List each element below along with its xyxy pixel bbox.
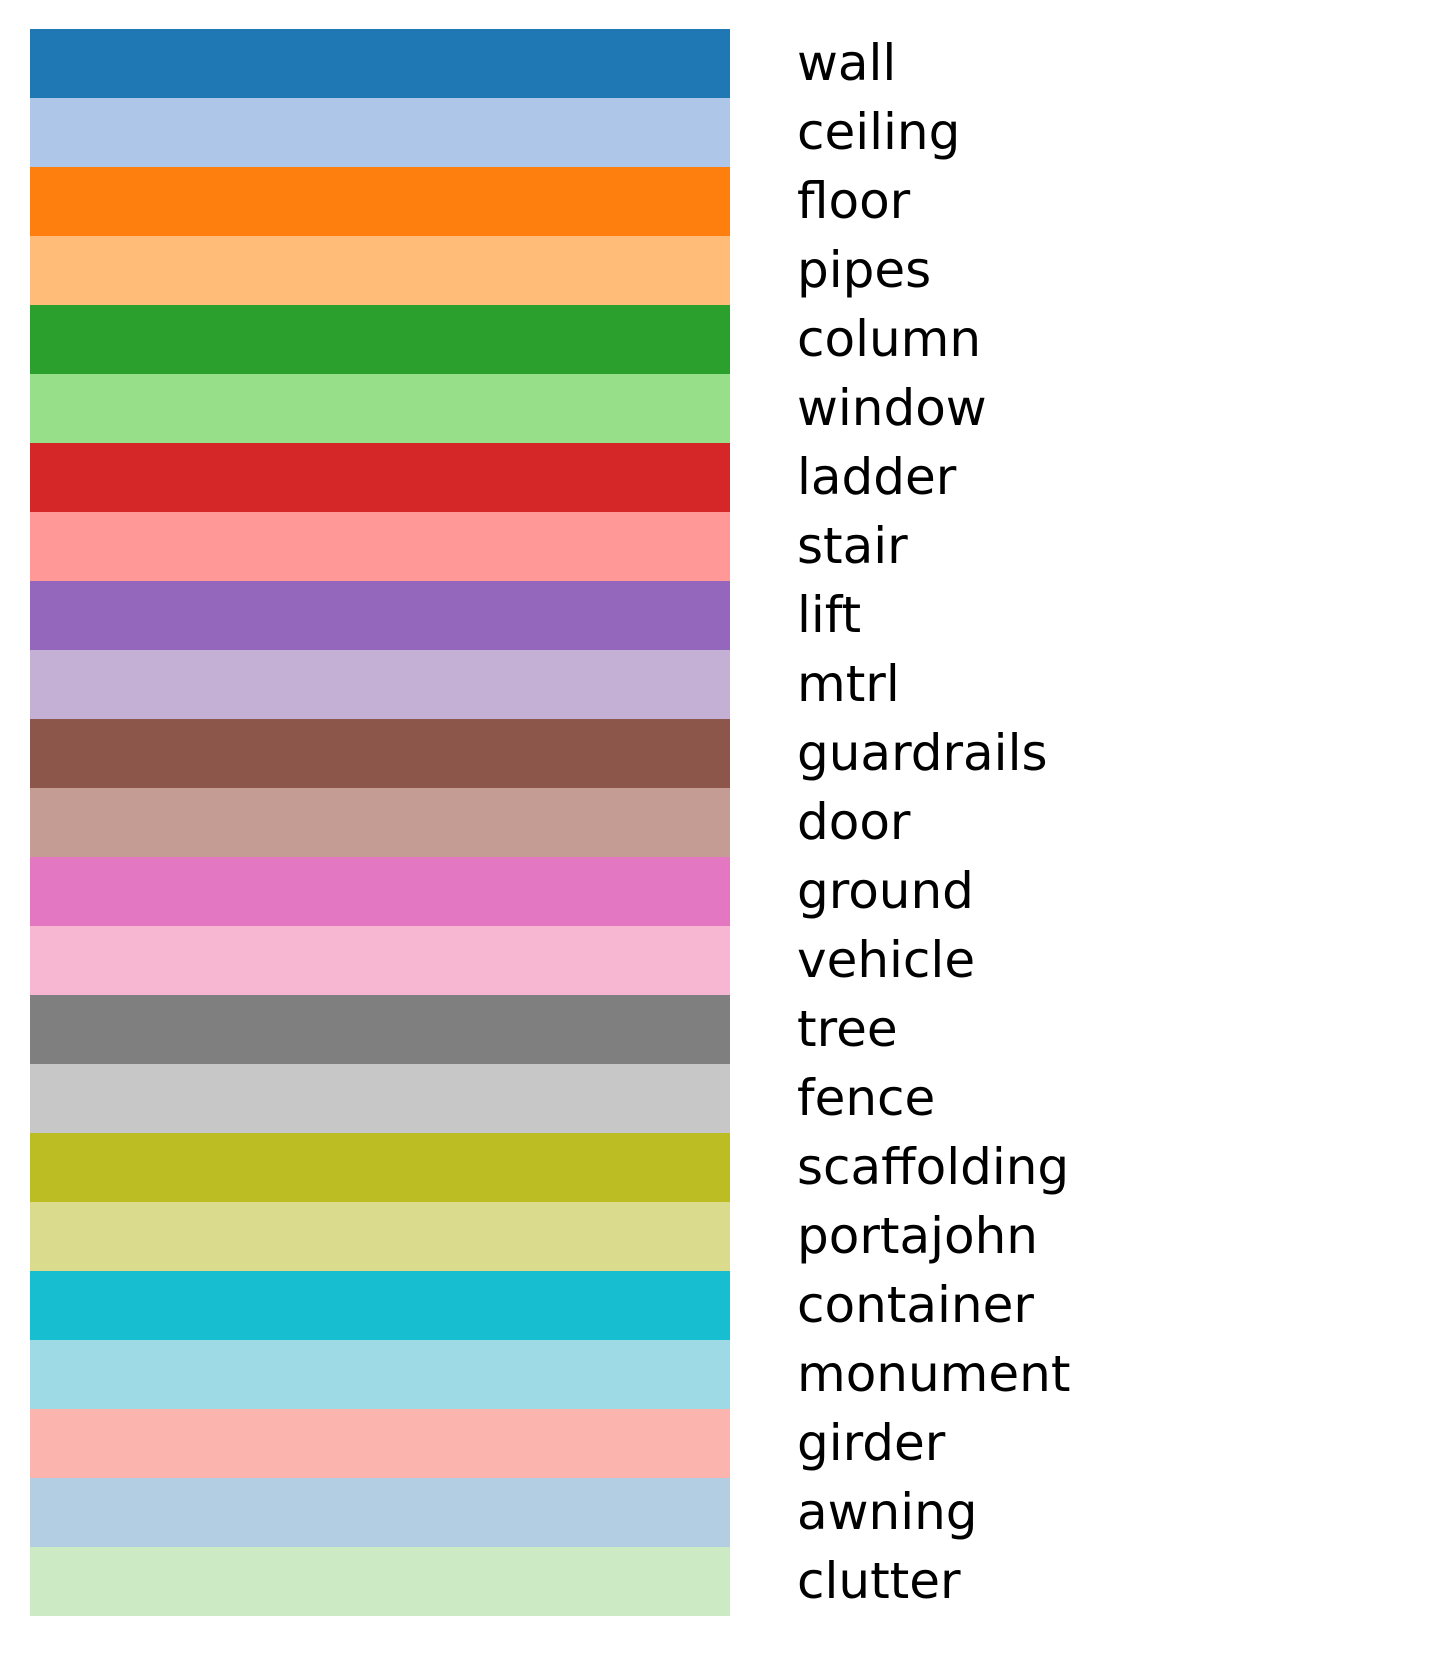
legend-swatch-ground — [30, 857, 730, 926]
legend-swatch-window — [30, 374, 730, 443]
legend-row-pipes: pipes — [0, 236, 1455, 305]
legend-swatch-wall — [30, 29, 730, 98]
legend-swatch-container — [30, 1271, 730, 1340]
legend-swatch-lift — [30, 581, 730, 650]
legend-swatch-fence — [30, 1064, 730, 1133]
legend-row-tree: tree — [0, 995, 1455, 1064]
legend-row-lift: lift — [0, 581, 1455, 650]
legend-swatch-vehicle — [30, 926, 730, 995]
legend-swatch-guardrails — [30, 719, 730, 788]
legend-label-clutter: clutter — [797, 1552, 961, 1610]
legend-row-vehicle: vehicle — [0, 926, 1455, 995]
legend-label-tree: tree — [797, 1000, 898, 1058]
legend-row-column: column — [0, 305, 1455, 374]
legend-swatch-pipes — [30, 236, 730, 305]
legend-row-monument: monument — [0, 1340, 1455, 1409]
legend-label-girder: girder — [797, 1414, 946, 1472]
legend-row-girder: girder — [0, 1409, 1455, 1478]
legend-row-clutter: clutter — [0, 1547, 1455, 1616]
legend-row-awning: awning — [0, 1478, 1455, 1547]
legend-label-fence: fence — [797, 1069, 936, 1127]
legend-label-ladder: ladder — [797, 448, 957, 506]
legend-swatch-girder — [30, 1409, 730, 1478]
legend-label-monument: monument — [797, 1345, 1071, 1403]
legend-row-fence: fence — [0, 1064, 1455, 1133]
legend-swatch-floor — [30, 167, 730, 236]
legend-swatch-clutter — [30, 1547, 730, 1616]
legend-row-ceiling: ceiling — [0, 98, 1455, 167]
legend-swatch-ladder — [30, 443, 730, 512]
legend-label-stair: stair — [797, 517, 908, 575]
legend-row-portajohn: portajohn — [0, 1202, 1455, 1271]
legend-label-pipes: pipes — [797, 241, 932, 299]
legend-label-ceiling: ceiling — [797, 103, 961, 161]
legend-row-container: container — [0, 1271, 1455, 1340]
legend-swatch-scaffolding — [30, 1133, 730, 1202]
legend-label-floor: floor — [797, 172, 911, 230]
legend-label-mtrl: mtrl — [797, 655, 900, 713]
legend-label-vehicle: vehicle — [797, 931, 976, 989]
legend-swatch-monument — [30, 1340, 730, 1409]
legend-label-column: column — [797, 310, 982, 368]
legend-label-portajohn: portajohn — [797, 1207, 1038, 1265]
legend-swatch-ceiling — [30, 98, 730, 167]
legend-row-mtrl: mtrl — [0, 650, 1455, 719]
legend-swatch-mtrl — [30, 650, 730, 719]
legend-swatch-portajohn — [30, 1202, 730, 1271]
legend-row-ground: ground — [0, 857, 1455, 926]
legend-row-window: window — [0, 374, 1455, 443]
legend-row-ladder: ladder — [0, 443, 1455, 512]
legend-row-scaffolding: scaffolding — [0, 1133, 1455, 1202]
legend-swatch-column — [30, 305, 730, 374]
legend-label-guardrails: guardrails — [797, 724, 1048, 782]
legend-swatch-stair — [30, 512, 730, 581]
legend-row-stair: stair — [0, 512, 1455, 581]
legend-label-lift: lift — [797, 586, 862, 644]
legend-label-door: door — [797, 793, 911, 851]
legend-swatch-tree — [30, 995, 730, 1064]
legend-label-window: window — [797, 379, 987, 437]
legend-swatch-door — [30, 788, 730, 857]
legend-label-awning: awning — [797, 1483, 978, 1541]
legend-swatch-awning — [30, 1478, 730, 1547]
legend-label-container: container — [797, 1276, 1034, 1334]
legend-row-wall: wall — [0, 29, 1455, 98]
legend-row-guardrails: guardrails — [0, 719, 1455, 788]
legend-row-floor: floor — [0, 167, 1455, 236]
legend-label-wall: wall — [797, 34, 897, 92]
legend-row-door: door — [0, 788, 1455, 857]
legend-label-ground: ground — [797, 862, 974, 920]
color-legend-chart: wall ceiling floor pipes column window ladder s… — [0, 0, 1455, 1653]
legend-label-scaffolding: scaffolding — [797, 1138, 1070, 1196]
